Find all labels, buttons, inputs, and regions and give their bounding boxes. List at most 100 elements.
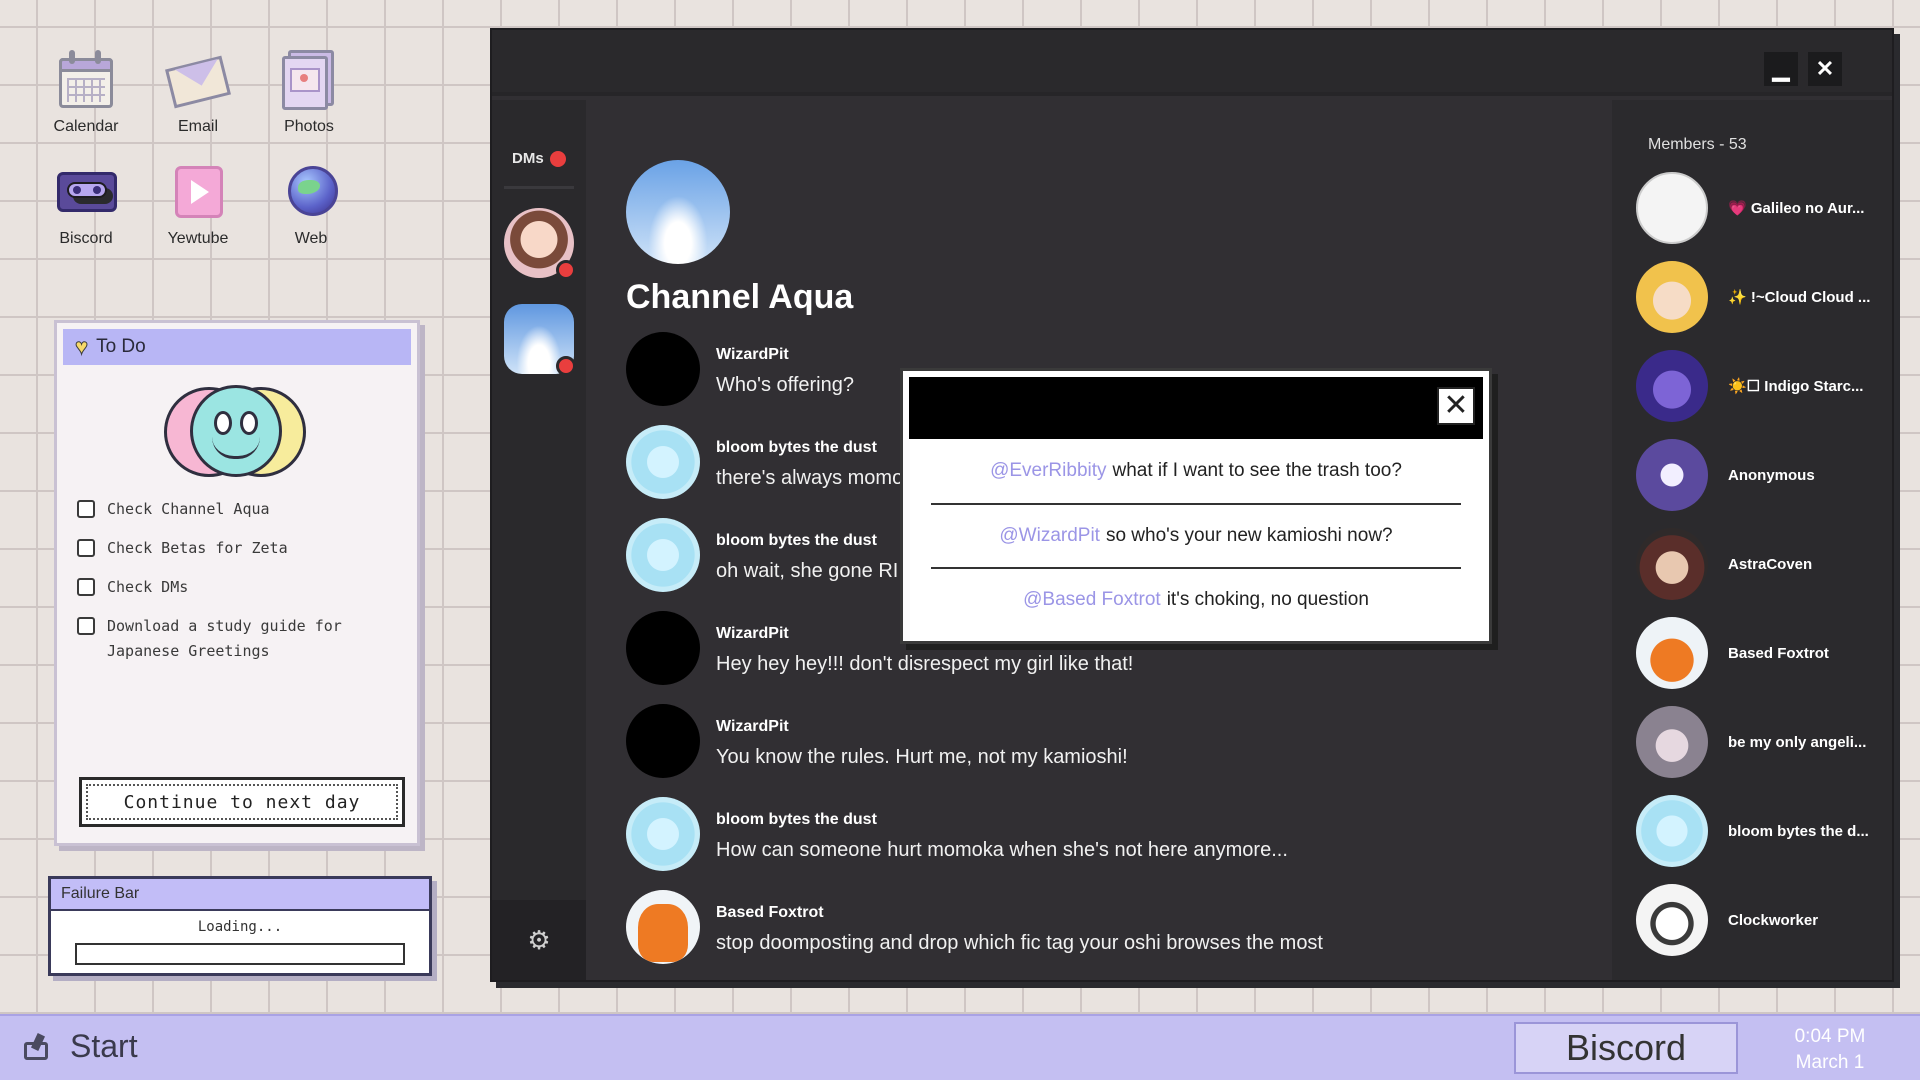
todo-item[interactable]: Download a study guide for Japanese Gree… xyxy=(77,614,397,664)
avatar xyxy=(1636,528,1708,600)
todo-item[interactable]: Check Betas for Zeta xyxy=(77,536,397,561)
checkbox[interactable] xyxy=(77,578,95,596)
desktop-icon-label: Web xyxy=(294,230,328,247)
avatar xyxy=(1636,706,1708,778)
todo-item[interactable]: Check Channel Aqua xyxy=(77,497,397,522)
todo-header: ♥ To Do xyxy=(63,329,411,365)
message-author[interactable]: WizardPit xyxy=(716,718,1128,736)
member-name: Clockworker xyxy=(1728,911,1819,929)
message-text: oh wait, she gone RI xyxy=(716,560,899,582)
notification-badge xyxy=(556,260,576,280)
desktop-icon-label: Email xyxy=(177,118,218,135)
member-item[interactable]: 💗 Galileo no Aur... xyxy=(1636,172,1864,244)
desktop-icon-label: Photos xyxy=(284,118,334,135)
avatar xyxy=(1636,617,1708,689)
desktop-icon-email[interactable]: Email xyxy=(148,46,248,136)
avatar[interactable] xyxy=(626,611,700,685)
reply-text: what if I want to see the trash too? xyxy=(1112,460,1402,481)
desktop-icon-photos[interactable]: Photos xyxy=(259,46,359,136)
members-panel: Members - 53 💗 Galileo no Aur... ✨ !~Clo… xyxy=(1612,100,1892,980)
dm-avatar-sky[interactable] xyxy=(504,304,576,376)
message-text: there's always momo xyxy=(716,467,904,489)
reply-text: it's choking, no question xyxy=(1166,589,1369,610)
continue-next-day-button[interactable]: Continue to next day xyxy=(79,777,405,827)
biscord-cassette-icon xyxy=(53,158,119,224)
todo-item-label: Download a study guide for Japanese Gree… xyxy=(107,617,342,660)
avatar[interactable] xyxy=(626,797,700,871)
dm-avatar-anime-girls[interactable] xyxy=(504,208,576,280)
member-item[interactable]: Based Foxtrot xyxy=(1636,617,1829,689)
member-name: AstraCoven xyxy=(1728,555,1813,573)
avatar xyxy=(1636,795,1708,867)
message-text: You know the rules. Hurt me, not my kami… xyxy=(716,746,1128,768)
avatar xyxy=(1636,172,1708,244)
start-flag-icon xyxy=(22,1032,52,1062)
channel-title: Channel Aqua xyxy=(626,278,854,316)
globe-icon xyxy=(278,158,344,224)
close-window-button[interactable]: ✕ xyxy=(1808,52,1842,86)
message: bloom bytes the dust there's always momo xyxy=(626,425,903,499)
notification-dot-icon xyxy=(549,150,566,167)
member-item[interactable]: AstraCoven xyxy=(1636,528,1812,600)
dm-sidebar: DMs ⚙ xyxy=(492,100,586,980)
start-button[interactable]: Start xyxy=(22,1028,138,1065)
desktop-icon-label: Yewtube xyxy=(167,230,229,247)
checkbox[interactable] xyxy=(77,617,95,635)
message-text: stop doomposting and drop which fic tag … xyxy=(716,932,1323,954)
desktop-icon-calendar[interactable]: Calendar xyxy=(36,46,136,136)
member-item[interactable]: Anonymous xyxy=(1636,439,1815,511)
member-name: 💗 Galileo no Aur... xyxy=(1728,200,1865,217)
clock: 0:04 PM March 1 xyxy=(1770,1024,1890,1076)
member-item[interactable]: ✨ !~Cloud Cloud ... xyxy=(1636,261,1870,333)
todo-item-label: Check Betas for Zeta xyxy=(107,539,288,557)
desktop-icon-yewtube[interactable]: Yewtube xyxy=(148,158,248,248)
member-name: bloom bytes the d... xyxy=(1728,822,1869,840)
reply-option[interactable]: @Based Foxtrot it's choking, no question xyxy=(931,567,1461,631)
todo-title: To Do xyxy=(96,336,146,357)
reply-text: so who's your new kamioshi now? xyxy=(1105,525,1393,546)
member-item[interactable]: ☀️☐ Indigo Starc... xyxy=(1636,350,1863,422)
message: WizardPit Who's offering? xyxy=(626,332,854,406)
member-item[interactable]: Clockworker xyxy=(1636,884,1818,956)
member-item[interactable]: bloom bytes the d... xyxy=(1636,795,1869,867)
checkbox[interactable] xyxy=(77,500,95,518)
desktop-icon-web[interactable]: Web xyxy=(261,158,361,248)
message-author[interactable]: bloom bytes the dust xyxy=(716,439,903,457)
close-icon: ✕ xyxy=(1443,389,1469,422)
message-author[interactable]: WizardPit xyxy=(716,346,854,364)
message: bloom bytes the dust oh wait, she gone RI xyxy=(626,518,898,592)
avatar[interactable] xyxy=(626,332,700,406)
reply-options-dialog: ✕ @EverRibbity what if I want to see the… xyxy=(900,368,1492,644)
desktop-icon-biscord[interactable]: Biscord xyxy=(36,158,136,248)
start-label: Start xyxy=(70,1028,138,1064)
play-icon xyxy=(165,158,231,224)
avatar[interactable] xyxy=(626,425,700,499)
dms-label[interactable]: DMs xyxy=(512,150,566,167)
avatar[interactable] xyxy=(626,890,700,964)
avatar xyxy=(1636,350,1708,422)
todo-item[interactable]: Check DMs xyxy=(77,575,397,600)
member-name: be my only angeli... xyxy=(1728,733,1867,751)
channel-avatar xyxy=(626,160,730,264)
minimize-button[interactable]: ▁ xyxy=(1764,52,1798,86)
desktop-icon-label: Calendar xyxy=(53,118,119,135)
member-item[interactable]: be my only angeli... xyxy=(1636,706,1866,778)
minimize-icon: ▁ xyxy=(1772,56,1790,81)
close-dialog-button[interactable]: ✕ xyxy=(1437,387,1475,425)
message-author[interactable]: bloom bytes the dust xyxy=(716,811,1288,829)
member-name: Anonymous xyxy=(1728,466,1815,484)
avatar[interactable] xyxy=(626,704,700,778)
message-text: Who's offering? xyxy=(716,374,854,396)
avatar[interactable] xyxy=(626,518,700,592)
reply-option[interactable]: @WizardPit so who's your new kamioshi no… xyxy=(931,503,1461,567)
checkbox[interactable] xyxy=(77,539,95,557)
mention: @Based Foxtrot xyxy=(1023,589,1161,610)
taskbar-app-biscord[interactable]: Biscord xyxy=(1514,1022,1738,1074)
settings-button[interactable]: ⚙ xyxy=(492,900,586,980)
message-author[interactable]: Based Foxtrot xyxy=(716,904,1323,922)
reply-option[interactable]: @EverRibbity what if I want to see the t… xyxy=(931,439,1461,503)
avatar xyxy=(1636,884,1708,956)
envelope-icon xyxy=(165,46,231,112)
message-author[interactable]: bloom bytes the dust xyxy=(716,532,898,550)
notification-badge xyxy=(556,356,576,376)
